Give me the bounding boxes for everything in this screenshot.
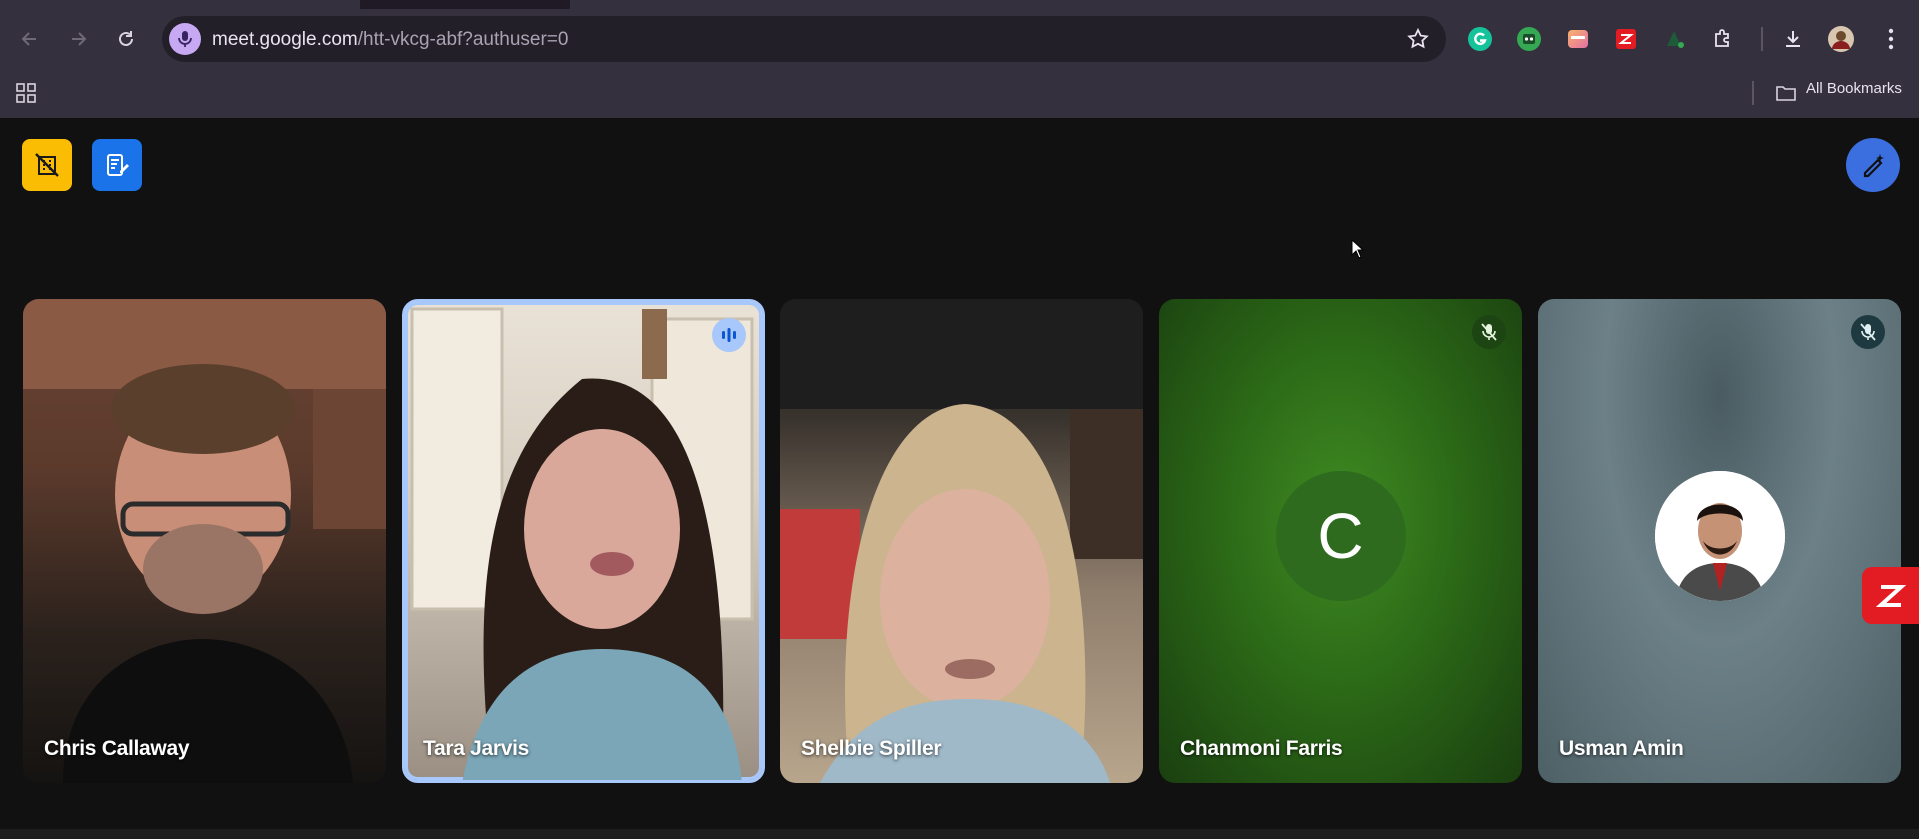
avatar: C — [1275, 471, 1406, 601]
grammarly-icon[interactable] — [1463, 22, 1497, 56]
zoho-z-icon — [1875, 584, 1906, 607]
gradient-extension-icon[interactable] — [1561, 22, 1595, 56]
reload-icon — [119, 31, 133, 46]
notes-edit-icon — [107, 154, 129, 176]
voice-search-icon[interactable] — [169, 23, 201, 55]
robot-extension-icon[interactable] — [1512, 22, 1546, 56]
profile-avatar[interactable] — [1824, 22, 1858, 56]
puzzle-extensions-icon[interactable] — [1706, 22, 1740, 56]
tab-inactive[interactable] — [570, 0, 1919, 9]
address-bar[interactable]: meet.google.com/htt-vkcg-abf?authuser=0 — [162, 16, 1446, 62]
dark-extension-icon[interactable] — [1657, 22, 1691, 56]
participant-name: Chanmoni Farris — [1180, 737, 1343, 760]
participant-name: Usman Amin — [1559, 737, 1684, 760]
back-arrow-icon — [21, 32, 36, 46]
mic-off-icon — [1472, 315, 1506, 349]
mic-off-icon — [1851, 315, 1885, 349]
more-menu-icon[interactable] — [1874, 22, 1908, 56]
mouse-cursor-icon — [1351, 239, 1365, 259]
apps-grid-icon[interactable] — [15, 82, 37, 104]
participant-tile[interactable]: Chris Callaway — [23, 299, 386, 783]
reload-button[interactable] — [108, 21, 144, 57]
no-recording-button[interactable] — [22, 139, 72, 191]
download-icon[interactable] — [1776, 22, 1810, 56]
folder-icon — [1776, 86, 1796, 101]
participant-name: Tara Jarvis — [423, 737, 530, 760]
bookmarks-bar: All Bookmarks — [0, 69, 1919, 118]
browser-toolbar: meet.google.com/htt-vkcg-abf?authuser=0 — [0, 9, 1919, 69]
bookmark-star-icon[interactable] — [1406, 27, 1430, 51]
bottom-controls-edge — [0, 829, 1919, 839]
participant-tile[interactable]: Shelbie Spiller — [780, 299, 1143, 783]
effects-button[interactable] — [1846, 138, 1900, 192]
url-host: meet.google.com — [212, 29, 358, 50]
back-button[interactable] — [12, 21, 48, 57]
building-off-icon — [35, 153, 59, 177]
participant-tile[interactable]: C Chanmoni Farris — [1159, 299, 1522, 783]
zoho-side-panel-button[interactable] — [1862, 567, 1919, 624]
tab-strip — [0, 0, 1919, 9]
participant-name: Chris Callaway — [44, 737, 190, 760]
bookmarks-divider — [1752, 81, 1754, 105]
zoho-extension-icon[interactable] — [1609, 22, 1643, 56]
video-feed — [23, 299, 386, 783]
all-bookmarks-button[interactable]: All Bookmarks — [1806, 80, 1902, 97]
url-text[interactable]: meet.google.com/htt-vkcg-abf?authuser=0 — [212, 29, 568, 51]
participant-tile-active[interactable]: Tara Jarvis — [402, 299, 765, 783]
avatar — [1654, 471, 1785, 601]
take-notes-button[interactable] — [92, 139, 142, 191]
video-feed — [780, 299, 1143, 783]
forward-arrow-icon — [72, 32, 87, 46]
url-path: /htt-vkcg-abf?authuser=0 — [357, 29, 569, 50]
tab-active[interactable] — [0, 0, 360, 9]
magic-pen-icon — [1863, 154, 1884, 178]
participant-tile[interactable]: Usman Amin — [1538, 299, 1901, 783]
video-feed — [410, 307, 754, 780]
participant-name: Shelbie Spiller — [801, 737, 942, 760]
toolbar-divider — [1761, 27, 1763, 51]
speaking-indicator-icon — [712, 318, 746, 352]
forward-button[interactable] — [60, 21, 96, 57]
